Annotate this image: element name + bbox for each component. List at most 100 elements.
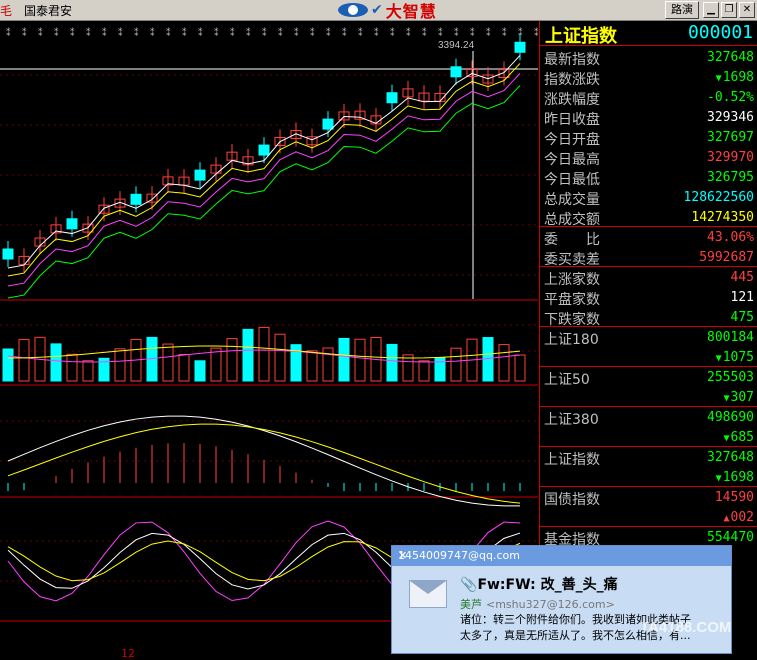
- tab-broker[interactable]: 国泰君安: [24, 2, 72, 19]
- row-label: 总成交量: [544, 192, 600, 208]
- sub-index-row[interactable]: 上证指数 327648: [540, 447, 757, 468]
- sub-index-change: [753, 550, 754, 565]
- sub-index-label: 上证380: [544, 412, 599, 428]
- change-text: 307: [730, 390, 754, 405]
- change-arrow-icon: ▼: [715, 73, 722, 84]
- sub-index-row[interactable]: 上证380 498690: [540, 407, 757, 428]
- volume-bar: [242, 328, 254, 382]
- value-text: 329346: [707, 110, 754, 125]
- sub-index-value: 255503: [707, 370, 754, 385]
- sender-name: 美芦: [460, 598, 482, 611]
- marker-dot: ⁑: [150, 27, 155, 39]
- logo-eye-icon: [338, 3, 368, 17]
- watermark: TA4188.COM: [640, 619, 732, 636]
- volume-bar: [306, 350, 318, 382]
- value-text: 445: [730, 270, 754, 285]
- popup-titlebar: 1454009747@qq.com ✕: [392, 546, 731, 566]
- stat-row: 今日最低 326795: [540, 167, 757, 188]
- marker-dot: ⁑: [406, 27, 411, 39]
- sub-index-value: 498690: [707, 410, 754, 425]
- volume-bar: [274, 333, 286, 382]
- value-text: 327648: [707, 50, 754, 65]
- paperclip-icon: 📎: [460, 577, 478, 593]
- value-text: 14274350: [691, 210, 754, 225]
- row-value: 5992687: [699, 250, 754, 265]
- high-price-annotation: 3394.24: [438, 40, 475, 51]
- sub-index-row[interactable]: 基金指数 554470: [540, 527, 757, 548]
- volume-bar: [258, 326, 270, 382]
- marker-dot: ⁑: [486, 27, 491, 39]
- volume-bar: [178, 353, 190, 382]
- row-value: ▼1698: [716, 70, 754, 85]
- email-notification-popup[interactable]: 1454009747@qq.com ✕ 📎Fw:FW: 改_善_头_痛 美芦 <m…: [391, 545, 732, 654]
- volume-bar: [338, 337, 350, 382]
- stat-row: 指数涨跌 ▼1698: [540, 67, 757, 88]
- row-label: 平盘家数: [544, 292, 600, 308]
- app-logo: ✔ 大智慧: [338, 1, 437, 21]
- marker-dot: ⁑: [70, 27, 75, 39]
- value-text: 128622560: [683, 190, 754, 205]
- breadth-row: 下跌家数 475: [540, 307, 757, 328]
- marker-dot: ⁑: [38, 27, 43, 39]
- value-text: 329970: [707, 150, 754, 165]
- marker-dot: ⁑: [86, 27, 91, 39]
- row-label: 涨跌幅度: [544, 92, 600, 108]
- email-subject[interactable]: 📎Fw:FW: 改_善_头_痛: [460, 574, 618, 594]
- marker-dot: ⁑: [422, 27, 427, 39]
- close-icon[interactable]: ✕: [739, 2, 755, 18]
- sub-index-change: ▼1698: [716, 470, 754, 485]
- change-text: 1698: [722, 470, 754, 485]
- sub-index-change: ▼1075: [716, 350, 754, 365]
- marker-dot: ⁑: [246, 27, 251, 39]
- marker-dot: ⁑: [310, 27, 315, 39]
- sub-index-label: 上证50: [544, 372, 590, 388]
- sub-index-row[interactable]: 上证50 255503: [540, 367, 757, 388]
- sub-index-row[interactable]: 国债指数 14590: [540, 487, 757, 508]
- sub-index-change-row: ▲002: [540, 507, 757, 527]
- volume-bar: [82, 360, 94, 382]
- marker-dot: ⁑: [278, 27, 283, 39]
- x-tick-label: 12: [121, 647, 135, 660]
- sub-index-row[interactable]: 上证180 800184: [540, 327, 757, 348]
- row-value: 327697: [707, 130, 754, 145]
- stat-row: 昨日收盘 329346: [540, 107, 757, 128]
- change-text: 002: [730, 510, 754, 525]
- sub-index-change: ▲002: [723, 510, 754, 525]
- roadshow-button[interactable]: 路演: [665, 1, 699, 19]
- row-label: 今日开盘: [544, 132, 600, 148]
- change-text: 1075: [722, 350, 754, 365]
- stat-row: 总成交额 14274350: [540, 207, 757, 228]
- value-text: -0.52%: [707, 90, 754, 105]
- sub-index-value: 14590: [714, 490, 754, 505]
- candle-body: [258, 144, 270, 156]
- volume-bar: [66, 353, 78, 382]
- volume-bar: [402, 354, 414, 382]
- marker-dot: ⁑: [534, 27, 538, 39]
- row-value: 14274350: [691, 210, 754, 225]
- minimize-icon[interactable]: ▁: [703, 2, 719, 18]
- sub-index-value: 800184: [707, 330, 754, 345]
- volume-bar: [114, 348, 126, 382]
- stat-row: 今日开盘 327697: [540, 127, 757, 148]
- value-text: 121: [730, 290, 754, 305]
- volume-bar: [2, 348, 14, 382]
- sub-index-value: 327648: [707, 450, 754, 465]
- row-label: 最新指数: [544, 52, 600, 68]
- logo-text: 大智慧: [385, 2, 437, 21]
- candle-body: [194, 169, 206, 181]
- sub-index-change-row: ▼685: [540, 427, 757, 447]
- marker-dot: ⁑: [22, 27, 27, 39]
- marker-dot: ⁑: [182, 27, 187, 39]
- row-value: 329970: [707, 150, 754, 165]
- tab-left-partial[interactable]: 毛: [0, 2, 12, 19]
- close-icon[interactable]: ✕: [398, 549, 725, 562]
- sub-index-label: 上证指数: [544, 452, 600, 468]
- row-value: 327648: [707, 50, 754, 65]
- index-code: 000001: [687, 22, 753, 43]
- restore-icon[interactable]: ❐: [721, 2, 737, 18]
- email-sender: 美芦 <mshu327@126.com>: [460, 596, 615, 612]
- marker-dot: ⁑: [390, 27, 395, 39]
- marker-dot: ⁑: [374, 27, 379, 39]
- value-text: 475: [730, 310, 754, 325]
- marker-dot: ⁑: [230, 27, 235, 39]
